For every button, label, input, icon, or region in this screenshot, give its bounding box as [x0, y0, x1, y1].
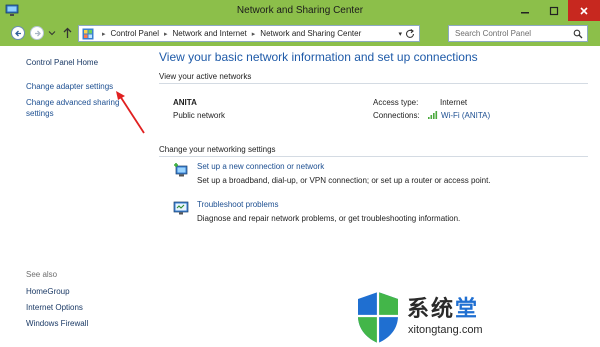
breadcrumb-separator-icon: ▸ — [164, 30, 168, 38]
page-title: View your basic network information and … — [159, 50, 478, 64]
network-type-link[interactable]: Public network — [173, 111, 225, 120]
close-icon — [580, 6, 588, 15]
close-button[interactable] — [568, 0, 600, 21]
navigation-bar: ▸ Control Panel ▸ Network and Internet ▸… — [0, 21, 600, 46]
setup-new-connection-description: Set up a broadband, dial-up, or VPN conn… — [197, 176, 491, 185]
back-button[interactable] — [11, 26, 25, 40]
breadcrumb-separator-icon: ▸ — [251, 30, 256, 38]
address-bar[interactable]: ▸ Control Panel ▸ Network and Internet ▸… — [78, 25, 420, 42]
forward-arrow-icon — [34, 30, 41, 36]
troubleshoot-problems-link[interactable]: Troubleshoot problems — [197, 200, 279, 209]
wifi-connection-link[interactable]: Wi-Fi (ANITA) — [441, 111, 490, 120]
title-bar: Network and Sharing Center — [0, 0, 600, 21]
watermark-title-main: 系统 — [407, 296, 456, 322]
see-also-internet-options-link[interactable]: Internet Options — [26, 303, 83, 312]
search-placeholder: Search Control Panel — [455, 29, 532, 38]
access-type-value: Internet — [440, 98, 468, 107]
maximize-icon — [549, 6, 558, 15]
connections-label: Connections: — [373, 111, 420, 120]
troubleshoot-problems-description: Diagnose and repair network problems, or… — [197, 214, 461, 223]
watermark-title: 系统堂 — [407, 291, 479, 323]
network-name: ANITA — [173, 98, 197, 107]
refresh-icon[interactable] — [404, 28, 416, 40]
annotation-arrow-icon — [116, 91, 145, 134]
forward-button[interactable] — [30, 26, 44, 40]
troubleshoot-icon — [173, 201, 189, 215]
watermark-url: xitongtang.com — [408, 324, 483, 336]
setup-new-connection-link[interactable]: Set up a new connection or network — [197, 162, 324, 171]
maximize-button[interactable] — [539, 0, 568, 21]
new-connection-icon — [174, 163, 188, 177]
shield-icon — [358, 292, 398, 343]
search-icon[interactable] — [573, 29, 583, 39]
section-divider — [159, 83, 588, 84]
watermark-title-accent: 堂 — [455, 296, 480, 322]
minimize-icon — [520, 11, 529, 13]
breadcrumb-network-and-sharing-center[interactable]: Network and Sharing Center — [260, 29, 361, 38]
recent-locations-chevron-icon[interactable] — [48, 29, 56, 37]
breadcrumb-network-and-internet[interactable]: Network and Internet — [173, 29, 247, 38]
breadcrumb: ▸ Control Panel ▸ Network and Internet ▸… — [97, 29, 361, 38]
section-divider — [159, 156, 588, 157]
control-panel-icon — [82, 28, 94, 40]
back-arrow-icon — [14, 30, 21, 36]
see-also-heading: See also — [26, 270, 58, 279]
address-dropdown-icon[interactable]: ▾ — [398, 30, 402, 38]
access-type-label: Access type: — [373, 98, 419, 107]
see-also-windows-firewall-link[interactable]: Windows Firewall — [26, 319, 88, 328]
wifi-signal-icon — [428, 111, 438, 119]
search-input[interactable]: Search Control Panel — [448, 25, 588, 42]
breadcrumb-separator-icon: ▸ — [102, 30, 106, 38]
breadcrumb-control-panel[interactable]: Control Panel — [111, 29, 159, 38]
minimize-button[interactable] — [510, 0, 539, 21]
active-networks-heading: View your active networks — [159, 72, 252, 81]
sidebar-item-change-adapter-settings[interactable]: Change adapter settings — [26, 82, 113, 91]
up-arrow-icon[interactable] — [62, 27, 73, 39]
see-also-homegroup-link[interactable]: HomeGroup — [26, 287, 70, 296]
change-settings-heading: Change your networking settings — [159, 145, 276, 154]
sidebar-item-control-panel-home[interactable]: Control Panel Home — [26, 58, 98, 67]
watermark-logo: 系统堂 xitongtang.com — [350, 289, 515, 345]
